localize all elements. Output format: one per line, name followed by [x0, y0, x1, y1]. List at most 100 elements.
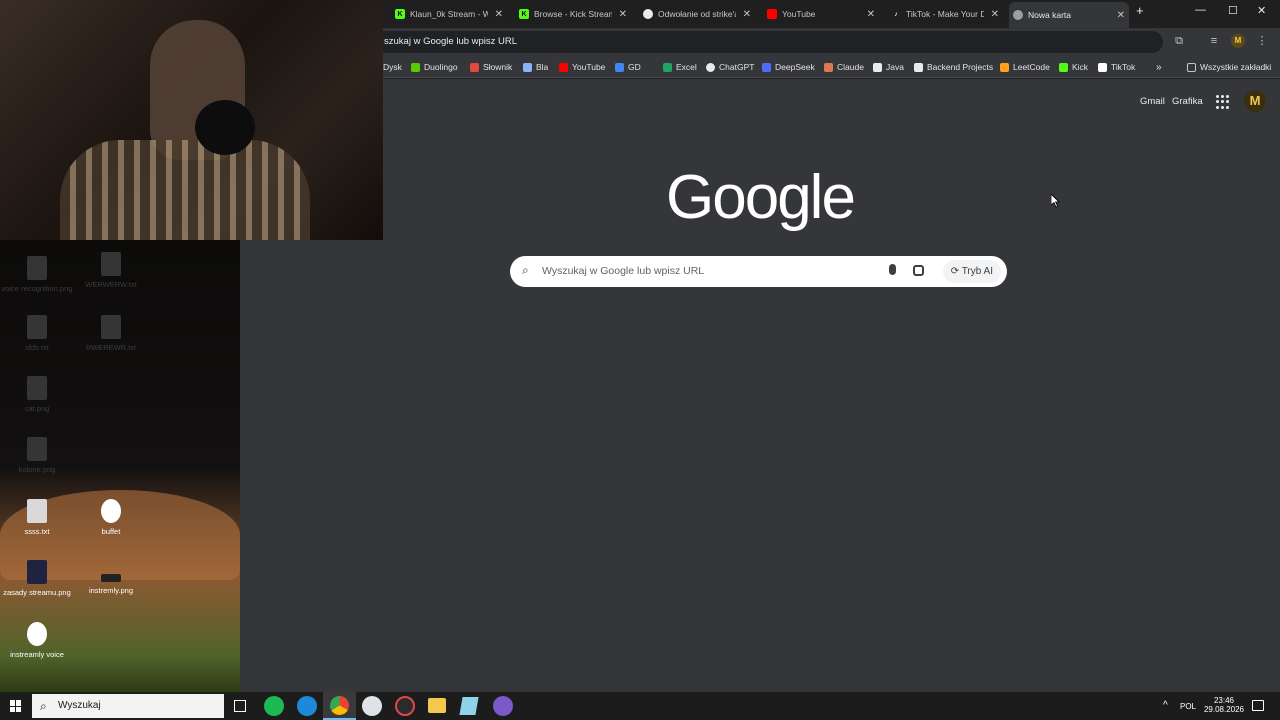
extensions-icon[interactable]: ⧉: [1172, 34, 1186, 48]
notepad-icon[interactable]: [459, 697, 479, 715]
bla-icon: [523, 62, 532, 72]
bookmark-claude[interactable]: Claude: [824, 61, 864, 73]
desktop-icon-rwerewr[interactable]: RWEREWR.txt: [74, 315, 148, 352]
bookmark-tiktok[interactable]: TikTok: [1098, 61, 1135, 73]
text-file-icon: [27, 499, 47, 523]
tab-new-tab[interactable]: Nowa karta ✕: [1009, 2, 1129, 28]
close-tab-icon[interactable]: ✕: [867, 9, 875, 20]
file-explorer-icon[interactable]: [428, 698, 446, 713]
folder-icon: [1187, 62, 1196, 72]
slownik-icon: [470, 62, 479, 72]
clock-app-icon[interactable]: [362, 696, 382, 716]
text-file-icon: [101, 315, 121, 339]
ai-mode-button[interactable]: ⟳ Tryb AI: [942, 260, 1001, 283]
kick-icon: K: [519, 9, 529, 19]
tab-search-icon[interactable]: ≡: [1207, 34, 1221, 48]
bookmark-java[interactable]: Java: [873, 61, 904, 73]
sparkle-search-icon: ⟳: [950, 266, 962, 277]
search-icon: ⌕: [522, 263, 529, 277]
close-tab-icon[interactable]: ✕: [991, 9, 999, 20]
taskbar-search[interactable]: ⌕ Wyszukaj: [32, 694, 224, 718]
webcam-overlay: [0, 0, 383, 240]
google-lens-icon[interactable]: [913, 265, 924, 276]
bookmark-bla[interactable]: Bla: [523, 61, 548, 73]
desktop-icon-sfds[interactable]: sfds.txt: [0, 315, 74, 352]
apps-grid-icon[interactable]: [1216, 95, 1230, 109]
bookmark-dysk[interactable]: Dysk: [383, 61, 402, 73]
address-bar[interactable]: szukaj w Google lub wpisz URL: [383, 31, 1163, 53]
close-tab-icon[interactable]: ✕: [495, 9, 503, 20]
clock-date: 29.08.2026: [1203, 705, 1245, 714]
bookmark-youtube[interactable]: YouTube: [559, 61, 605, 73]
bookmark-gd[interactable]: GD: [615, 61, 641, 73]
search-box[interactable]: ⌕ Wyszukaj w Google lub wpisz URL ⟳ Tryb…: [510, 256, 1007, 287]
gmail-link[interactable]: Gmail: [1140, 96, 1165, 107]
start-button[interactable]: [10, 700, 22, 712]
chrome-icon: [330, 696, 349, 715]
desktop-icon-instremly[interactable]: instremly.png: [74, 560, 148, 595]
bookmark-excel[interactable]: Excel: [663, 61, 697, 73]
desktop-icon-instreamly-voice[interactable]: instreamly voice: [0, 622, 74, 659]
language-indicator[interactable]: POL: [1180, 702, 1196, 711]
task-view-icon[interactable]: [234, 700, 246, 712]
youtube-icon: [559, 62, 568, 72]
chevron-up-icon[interactable]: ^: [1163, 700, 1168, 711]
desktop-icon-voice-recognition[interactable]: voice recognition.png: [0, 256, 74, 293]
profile-avatar[interactable]: M: [1231, 34, 1245, 48]
leetcode-icon: [1000, 62, 1009, 72]
desktop-icon-kolone[interactable]: kolone.png: [0, 437, 74, 474]
bookmark-backend-projects[interactable]: Backend Projects: [914, 61, 993, 73]
spotify-icon[interactable]: [264, 696, 284, 716]
account-avatar[interactable]: M: [1244, 90, 1266, 112]
tab-tiktok[interactable]: ♪ TikTok - Make Your Da ✕: [891, 4, 999, 24]
notifications-icon[interactable]: [1252, 700, 1264, 711]
desktop-icon-zasady-streamu[interactable]: zasady streamu.png: [0, 560, 74, 597]
image-file-icon: [27, 256, 47, 280]
chrome-taskbar-active[interactable]: [323, 692, 356, 720]
bookmark-chatgpt[interactable]: ChatGPT: [706, 61, 754, 73]
browser-page-blank: [240, 240, 383, 692]
backend-projects-icon: [914, 62, 923, 72]
tab-kick-browse[interactable]: K Browse - Kick Stream ✕: [519, 4, 627, 24]
menu-icon[interactable]: ⋮: [1255, 34, 1269, 48]
search-placeholder: Wyszukaj w Google lub wpisz URL: [542, 265, 705, 277]
bookmark-duolingo[interactable]: Duolingo: [411, 61, 458, 73]
images-link[interactable]: Grafika: [1172, 96, 1203, 107]
clock[interactable]: 23:46 29.08.2026: [1202, 696, 1246, 714]
bookmark-kick[interactable]: Kick: [1059, 61, 1088, 73]
bookmarks-overflow-button[interactable]: »: [1156, 61, 1162, 73]
clock-time: 23:46: [1213, 696, 1235, 705]
minimize-icon[interactable]: —: [1195, 4, 1206, 16]
text-file-icon: [101, 252, 121, 276]
bookmark-slownik[interactable]: Słownik: [470, 61, 512, 73]
close-tab-icon[interactable]: ✕: [743, 9, 751, 20]
screen-recorder-icon[interactable]: [395, 696, 415, 716]
youtube-icon: [767, 9, 777, 19]
tab-odwolanie[interactable]: Odwołanie od strike'a ✕: [643, 4, 751, 24]
edge-icon[interactable]: [297, 696, 317, 716]
desktop-icon-werwerw[interactable]: WERWERW.txt: [74, 252, 148, 289]
microphone-icon[interactable]: [889, 264, 896, 275]
claude-icon: [824, 62, 833, 72]
bookmark-leetcode[interactable]: LeetCode: [1000, 61, 1050, 73]
tab-youtube[interactable]: YouTube ✕: [767, 4, 875, 24]
webcam-microphone: [195, 100, 255, 155]
kick-icon: K: [395, 9, 405, 19]
bookmark-deepseek[interactable]: DeepSeek: [762, 61, 815, 73]
browser-toolbar: szukaj w Google lub wpisz URL ⧉ ≡ M ⋮: [383, 28, 1280, 56]
close-tab-icon[interactable]: ✕: [1117, 10, 1125, 21]
close-window-icon[interactable]: ✕: [1257, 4, 1266, 17]
new-tab-button[interactable]: +: [1136, 3, 1144, 18]
bookmarks-bar: Dysk Duolingo Słownik Bla YouTube GD Exc…: [383, 56, 1280, 78]
desktop-icon-buffet[interactable]: buffet: [74, 499, 148, 536]
taskbar: ⌕ Wyszukaj ^ POL 23:46 29.08.2026: [0, 692, 1280, 720]
maximize-icon[interactable]: ☐: [1228, 4, 1238, 17]
image-file-icon: [27, 376, 47, 400]
chatgpt-icon: [643, 9, 653, 19]
all-bookmarks-button[interactable]: Wszystkie zakładki: [1187, 61, 1271, 73]
tab-klaun-stream[interactable]: K Klaun_0k Stream - Wa ✕: [395, 4, 503, 24]
desktop-icon-ssss[interactable]: ssss.txt: [0, 499, 74, 536]
streaming-app-icon[interactable]: [493, 696, 513, 716]
close-tab-icon[interactable]: ✕: [619, 9, 627, 20]
desktop-icon-cat[interactable]: cat.png: [0, 376, 74, 413]
